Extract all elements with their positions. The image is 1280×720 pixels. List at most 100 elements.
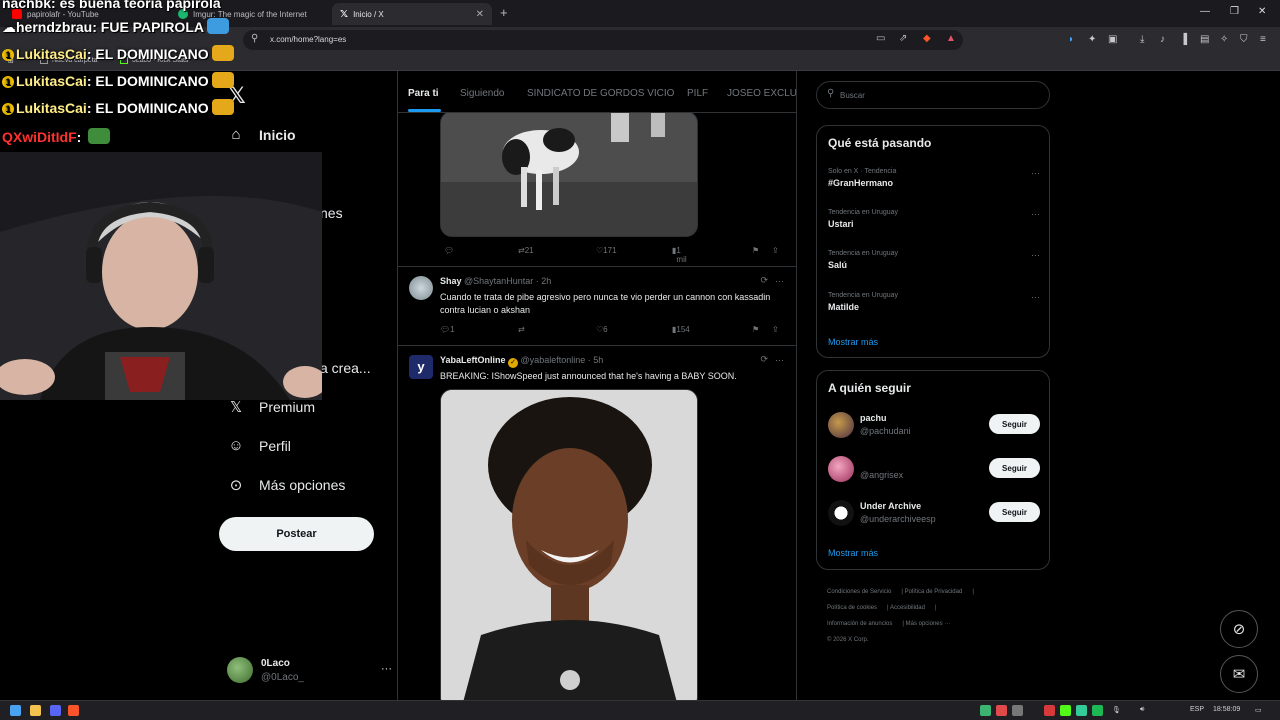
notifications-icon[interactable]: ▭ <box>1255 706 1262 714</box>
bookmark-button[interactable]: ⚑ <box>752 246 759 255</box>
close-window-icon[interactable]: ✕ <box>1258 6 1266 17</box>
puzzle-icon[interactable]: ✦ <box>1088 34 1096 45</box>
wallet-icon[interactable]: ▤ <box>1200 34 1209 45</box>
nav-create[interactable]: a crea... <box>320 360 371 376</box>
brave-icon[interactable] <box>68 705 79 716</box>
tray-app-icon[interactable] <box>1044 705 1055 716</box>
sidebar-toggle-icon[interactable]: ▐ <box>1180 34 1187 45</box>
nav-notifications[interactable]: nes <box>320 205 343 221</box>
tray-app-icon[interactable] <box>980 705 991 716</box>
start-icon[interactable] <box>10 705 21 716</box>
vpn-icon[interactable]: ⛉ <box>1240 34 1248 45</box>
author-handle[interactable]: @ShaytanHuntar <box>464 276 533 286</box>
footer-link[interactable]: Política de Privacidad <box>905 589 963 595</box>
trend-item[interactable]: Tendencia en Uruguay Matilde ··· <box>828 292 1040 312</box>
speaker-icon[interactable]: 🔊︎ <box>1140 706 1144 714</box>
extension-icon[interactable]: ◗ <box>1068 34 1074 45</box>
new-tab-button[interactable]: + <box>500 5 508 20</box>
author-handle[interactable]: @yabaleftonline <box>521 355 586 365</box>
like-button[interactable]: ♡ 171 <box>596 246 617 255</box>
url-field[interactable]: ⚲ x.com/home?lang=es ▭ ⇗ ◆ ▲ <box>243 30 963 50</box>
like-button[interactable]: ♡ 6 <box>596 325 608 334</box>
minimize-icon[interactable]: — <box>1200 6 1210 17</box>
follow-suggestion[interactable]: @angrisex Seguir <box>828 454 1040 484</box>
leo-ai-icon[interactable]: ✧ <box>1220 34 1228 45</box>
site-settings-icon[interactable]: ⚲ <box>251 33 258 44</box>
brave-shields-icon[interactable]: ◆ <box>923 33 931 44</box>
tray-app-icon[interactable] <box>1060 705 1071 716</box>
file-explorer-icon[interactable] <box>30 705 41 716</box>
discord-icon[interactable] <box>50 705 61 716</box>
restore-icon[interactable]: ❐ <box>1230 6 1239 17</box>
cast-icon[interactable]: ▭ <box>876 33 885 44</box>
music-icon[interactable]: ♪ <box>1160 34 1165 45</box>
tab-for-you[interactable]: Para ti <box>408 88 439 99</box>
tab-list-joseo[interactable]: JOSEO EXCLUSI <box>727 88 796 99</box>
messages-button[interactable]: ✉ <box>1220 655 1258 693</box>
reply-button[interactable]: 💬︎ 1 <box>440 325 455 334</box>
more-icon[interactable]: ··· <box>775 276 784 286</box>
tab-following[interactable]: Siguiendo <box>460 88 504 99</box>
reply-button[interactable]: 💬︎ <box>444 246 454 255</box>
views-button[interactable]: ▮ 154 <box>672 325 690 334</box>
repost-button[interactable]: ⇄ 21 <box>518 246 534 255</box>
share-icon[interactable]: ⇗ <box>899 33 907 44</box>
clock[interactable]: 18:58:09 <box>1213 706 1240 713</box>
more-icon[interactable]: ··· <box>775 355 784 365</box>
account-switcher[interactable]: 0Laco @0Laco_ ··· <box>227 655 392 685</box>
grok-icon[interactable]: ⟳ <box>760 354 768 365</box>
show-more-link[interactable]: Mostrar más <box>828 548 878 558</box>
nav-profile[interactable]: ☺ Perfil <box>226 437 291 454</box>
screenshot-icon[interactable]: ▣ <box>1108 34 1117 45</box>
share-button[interactable]: ⇪ <box>772 325 779 334</box>
follow-button[interactable]: Seguir <box>989 502 1040 522</box>
more-icon[interactable]: ··· <box>1031 292 1040 302</box>
tray-app-icon[interactable] <box>996 705 1007 716</box>
nav-more-options[interactable]: ⊙ Más opciones <box>226 476 346 494</box>
url-text[interactable]: x.com/home?lang=es <box>270 35 346 44</box>
post-shay[interactable]: Shay @ShaytanHuntar · 2h ⟳ ··· Cuando te… <box>398 266 796 345</box>
tab-list-sindicato[interactable]: SINDICATO DE GORDOS VICIO <box>527 88 674 99</box>
footer-link[interactable]: Más opciones ··· <box>906 621 951 627</box>
follow-button[interactable]: Seguir <box>989 458 1040 478</box>
tab-x-home[interactable]: 𝕏 Inicio / X ✕ <box>332 3 492 25</box>
footer-link[interactable]: Accesibilidad <box>890 605 925 611</box>
spotify-icon[interactable] <box>1092 705 1103 716</box>
trend-item[interactable]: Tendencia en Uruguay Ustari ··· <box>828 209 1040 229</box>
download-icon[interactable]: ⤓ <box>1140 34 1144 45</box>
bookmark-button[interactable]: ⚑ <box>752 325 759 334</box>
tab-list-pilf[interactable]: PILF <box>687 88 708 99</box>
share-button[interactable]: ⇪ <box>772 246 779 255</box>
tray-app-icon[interactable] <box>1076 705 1087 716</box>
follow-button[interactable]: Seguir <box>989 414 1040 434</box>
search-input[interactable]: ⚲ Buscar <box>816 81 1050 109</box>
more-icon[interactable]: ··· <box>1031 250 1040 260</box>
author-name[interactable]: Shay <box>440 276 462 286</box>
language-indicator[interactable]: ESP <box>1190 706 1204 713</box>
close-tab-icon[interactable]: ✕ <box>476 9 484 20</box>
post-image-speed[interactable] <box>440 389 698 700</box>
nav-home[interactable]: ⌂ Inicio <box>226 126 295 143</box>
post-image-goat[interactable] <box>440 111 698 237</box>
grok-button[interactable]: ⊘ <box>1220 610 1258 648</box>
more-icon[interactable]: ··· <box>1031 168 1040 178</box>
author-name[interactable]: YabaLeftOnline <box>440 355 506 365</box>
post-yabaleftonline[interactable]: y YabaLeftOnline ✓ @yabaleftonline · 5h … <box>398 345 796 700</box>
mic-icon[interactable]: 🎙︎ <box>1112 706 1121 714</box>
repost-button[interactable]: ⇄ <box>518 325 525 334</box>
tray-app-icon[interactable] <box>1012 705 1023 716</box>
footer-link[interactable]: Condiciones de Servicio <box>827 589 891 595</box>
footer-link[interactable]: Información de anuncios <box>827 621 892 627</box>
trend-item[interactable]: Solo en X · Tendencia #GranHermano ··· <box>828 168 1040 188</box>
show-more-link[interactable]: Mostrar más <box>828 337 878 347</box>
nav-premium[interactable]: 𝕏 Premium <box>226 398 315 416</box>
post-button[interactable]: Postear <box>219 517 374 551</box>
trend-item[interactable]: Tendencia en Uruguay Salú ··· <box>828 250 1040 270</box>
brave-rewards-icon[interactable]: ▲ <box>946 33 956 44</box>
grok-icon[interactable]: ⟳ <box>760 275 768 286</box>
views-button[interactable]: ▮ 1 mil <box>672 246 687 264</box>
follow-suggestion[interactable]: pachu @pachudani Seguir <box>828 410 1040 440</box>
more-icon[interactable]: ··· <box>1031 209 1040 219</box>
follow-suggestion[interactable]: Under Archive @underarchiveesp Seguir <box>828 498 1040 528</box>
footer-link[interactable]: Política de cookies <box>827 605 877 611</box>
